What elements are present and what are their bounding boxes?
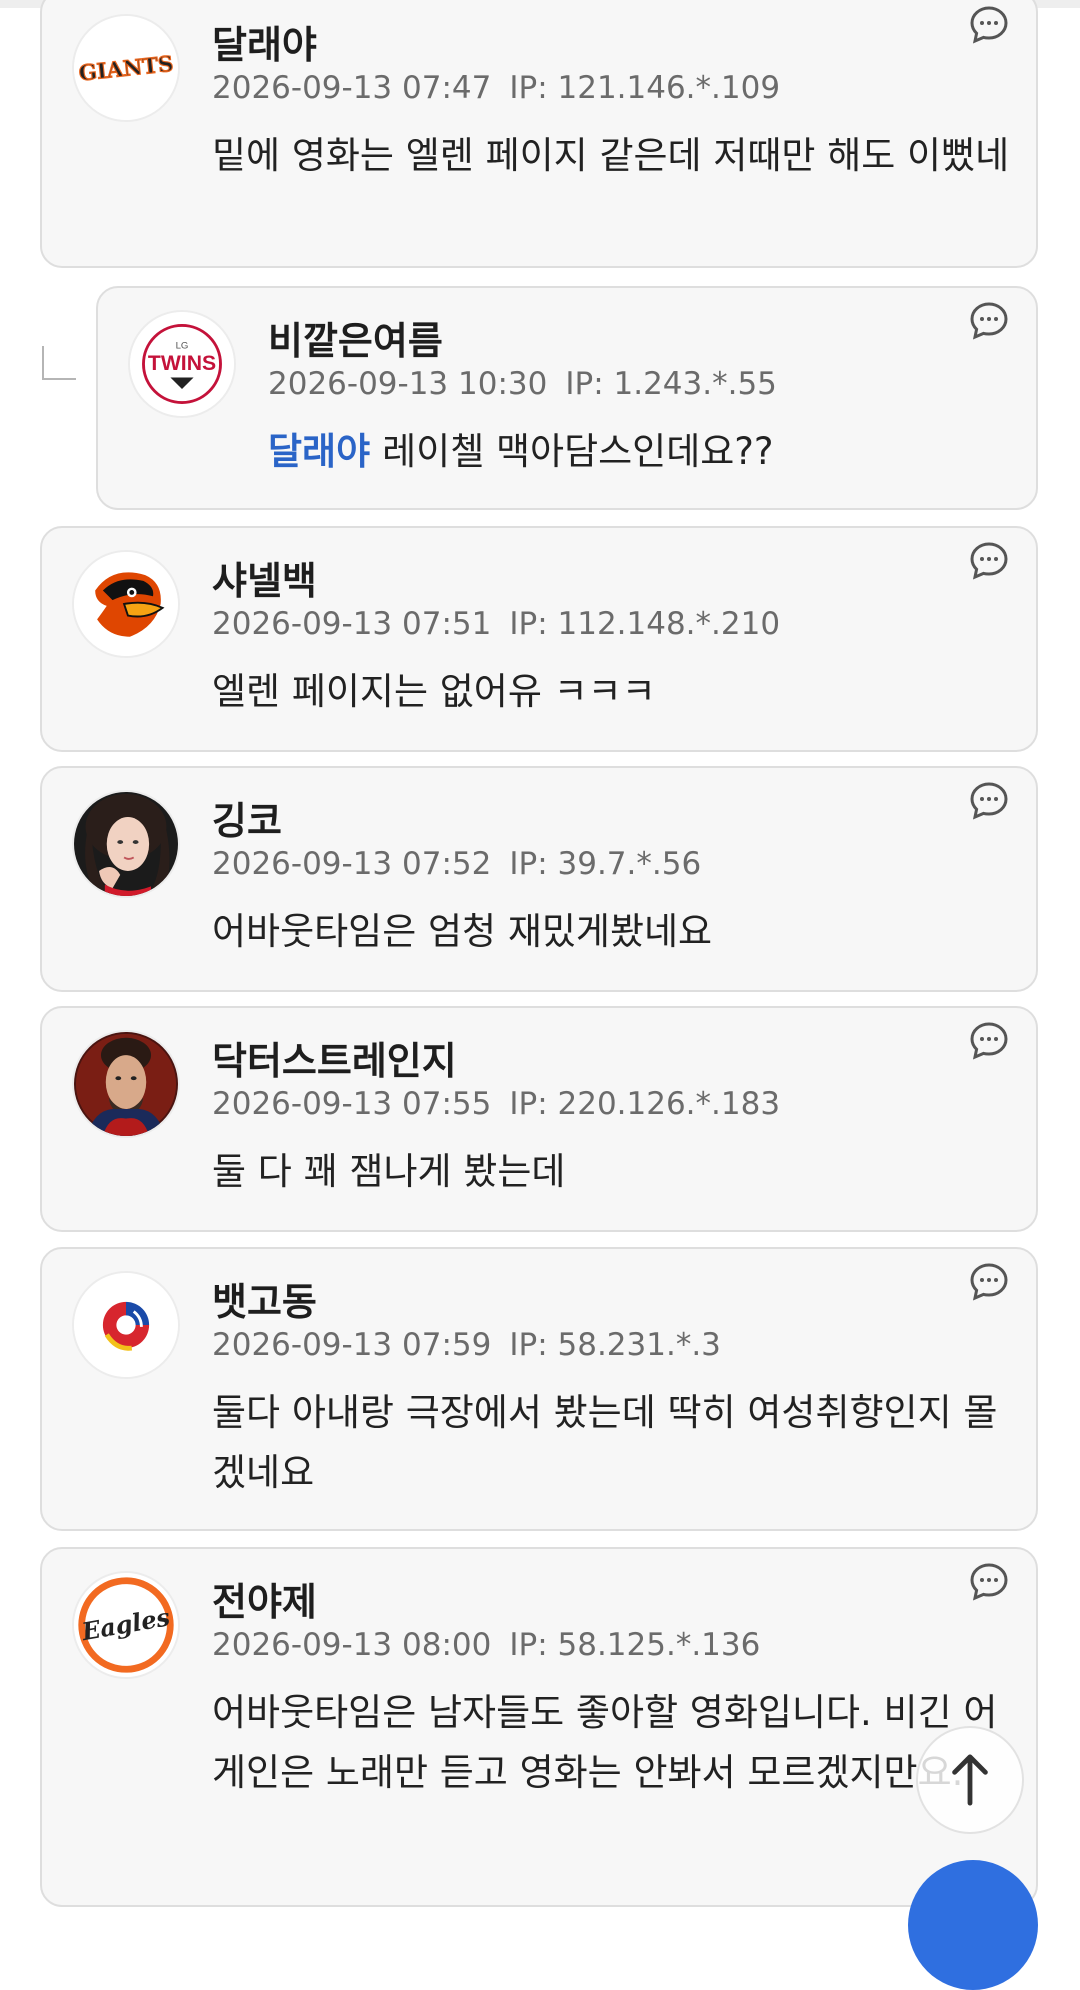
woman-portrait-avatar[interactable] — [72, 790, 180, 898]
comment-nickname[interactable]: 닥터스트레인지 — [212, 1030, 457, 1085]
reply-indent-marker — [42, 346, 76, 380]
comment-meta: 2026-09-13 08:00 IP: 58.125.*.136 — [212, 1627, 760, 1663]
comment-card: GIANTS 달래야 2026-09-13 07:47 IP: 121.146.*… — [40, 0, 1038, 268]
comment-card: 샤넬백 2026-09-13 07:51 IP: 112.148.*.210 엘렌… — [40, 526, 1038, 752]
lg-twins-logo-icon[interactable]: LG TWINS — [128, 310, 236, 418]
doctor-strange-portrait-avatar[interactable] — [72, 1030, 180, 1138]
comment-datetime: 2026-09-13 07:47 — [212, 70, 492, 106]
comment-nickname[interactable]: 깅코 — [212, 790, 282, 845]
comment-meta: 2026-09-13 07:52 IP: 39.7.*.56 — [212, 846, 701, 882]
twins-logo-text: TWINS — [148, 352, 216, 375]
comment-nickname[interactable]: 샤넬백 — [212, 550, 317, 605]
comment-bubble-icon[interactable] — [966, 538, 1012, 584]
reply-text: 레이첼 맥아담스인데요?? — [382, 430, 774, 473]
comment-card: 닥터스트레인지 2026-09-13 07:55 IP: 220.126.*.18… — [40, 1006, 1038, 1232]
mention-link[interactable]: 달래야 — [268, 430, 370, 473]
comment-bubble-icon[interactable] — [966, 1018, 1012, 1064]
comment-meta: 2026-09-13 07:47 IP: 121.146.*.109 — [212, 70, 780, 106]
comment-bubble-icon[interactable] — [966, 1559, 1012, 1605]
comment-bubble-icon[interactable] — [966, 1259, 1012, 1305]
comment-card: 뱃고동 2026-09-13 07:59 IP: 58.231.*.3 둘다 아내… — [40, 1247, 1038, 1531]
scroll-to-top-button[interactable] — [916, 1726, 1024, 1834]
comment-ip: IP: 39.7.*.56 — [509, 846, 702, 882]
comment-nickname[interactable]: 비깥은여름 — [268, 310, 443, 365]
comment-card: 깅코 2026-09-13 07:52 IP: 39.7.*.56 어바웃타임은 … — [40, 766, 1038, 992]
comment-text: 어바웃타임은 남자들도 좋아할 영화입니다. 비긴 어게인은 노래만 듣고 영화… — [212, 1691, 998, 1794]
comment-nickname[interactable]: 달래야 — [212, 14, 317, 69]
comment-datetime: 2026-09-13 08:00 — [212, 1627, 492, 1663]
reply-card: LG TWINS 비깥은여름 2026-09-13 10:30 IP: 1.243… — [96, 286, 1038, 510]
comment-nickname[interactable]: 전야제 — [212, 1571, 317, 1626]
comment-text: 달래야 레이첼 맥아담스인데요?? — [268, 422, 968, 482]
comment-text: 둘다 아내랑 극장에서 봤는데 딱히 여성취향인지 몰겠네요 — [212, 1391, 998, 1494]
comment-text: 엘렌 페이지는 없어유 ㅋㅋㅋ — [212, 670, 656, 713]
comment-datetime: 2026-09-13 07:52 — [212, 846, 492, 882]
comment-text: 밑에 영화는 엘렌 페이지 같은데 저때만 해도 이뻤네 — [212, 134, 1010, 177]
comment-ip: IP: 58.231.*.3 — [509, 1327, 721, 1363]
floating-action-button[interactable] — [908, 1860, 1038, 1990]
korea-baseball-logo-icon[interactable] — [72, 1271, 180, 1379]
arrow-up-icon — [952, 1754, 988, 1806]
comment-ip: IP: 112.148.*.210 — [509, 606, 781, 642]
eagles-logo-icon[interactable]: Eagles — [72, 1571, 180, 1679]
comment-datetime: 2026-09-13 10:30 — [268, 366, 548, 402]
orioles-bird-logo-icon[interactable] — [72, 550, 180, 658]
comment-meta: 2026-09-13 07:51 IP: 112.148.*.210 — [212, 606, 780, 642]
giants-logo-icon[interactable]: GIANTS — [72, 14, 180, 122]
comment-bubble-icon[interactable] — [966, 778, 1012, 824]
comment-datetime: 2026-09-13 07:59 — [212, 1327, 492, 1363]
lg-logo-text: LG — [176, 341, 189, 352]
comment-bubble-icon[interactable] — [966, 2, 1012, 48]
comment-ip: IP: 58.125.*.136 — [509, 1627, 761, 1663]
comment-datetime: 2026-09-13 07:51 — [212, 606, 492, 642]
comment-nickname[interactable]: 뱃고동 — [212, 1271, 317, 1326]
comment-datetime: 2026-09-13 07:55 — [212, 1086, 492, 1122]
comment-meta: 2026-09-13 07:55 IP: 220.126.*.183 — [212, 1086, 780, 1122]
comment-ip: IP: 121.146.*.109 — [509, 70, 781, 106]
comment-meta: 2026-09-13 10:30 IP: 1.243.*.55 — [268, 366, 777, 402]
comment-card: Eagles 전야제 2026-09-13 08:00 IP: 58.125.*.… — [40, 1547, 1038, 1907]
comment-text: 어바웃타임은 엄청 재밌게봤네요 — [212, 910, 713, 953]
comment-bubble-icon[interactable] — [966, 298, 1012, 344]
comment-text: 둘 다 꽤 잼나게 봤는데 — [212, 1150, 566, 1193]
comment-ip: IP: 1.243.*.55 — [565, 366, 777, 402]
comment-meta: 2026-09-13 07:59 IP: 58.231.*.3 — [212, 1327, 721, 1363]
comment-ip: IP: 220.126.*.183 — [509, 1086, 781, 1122]
